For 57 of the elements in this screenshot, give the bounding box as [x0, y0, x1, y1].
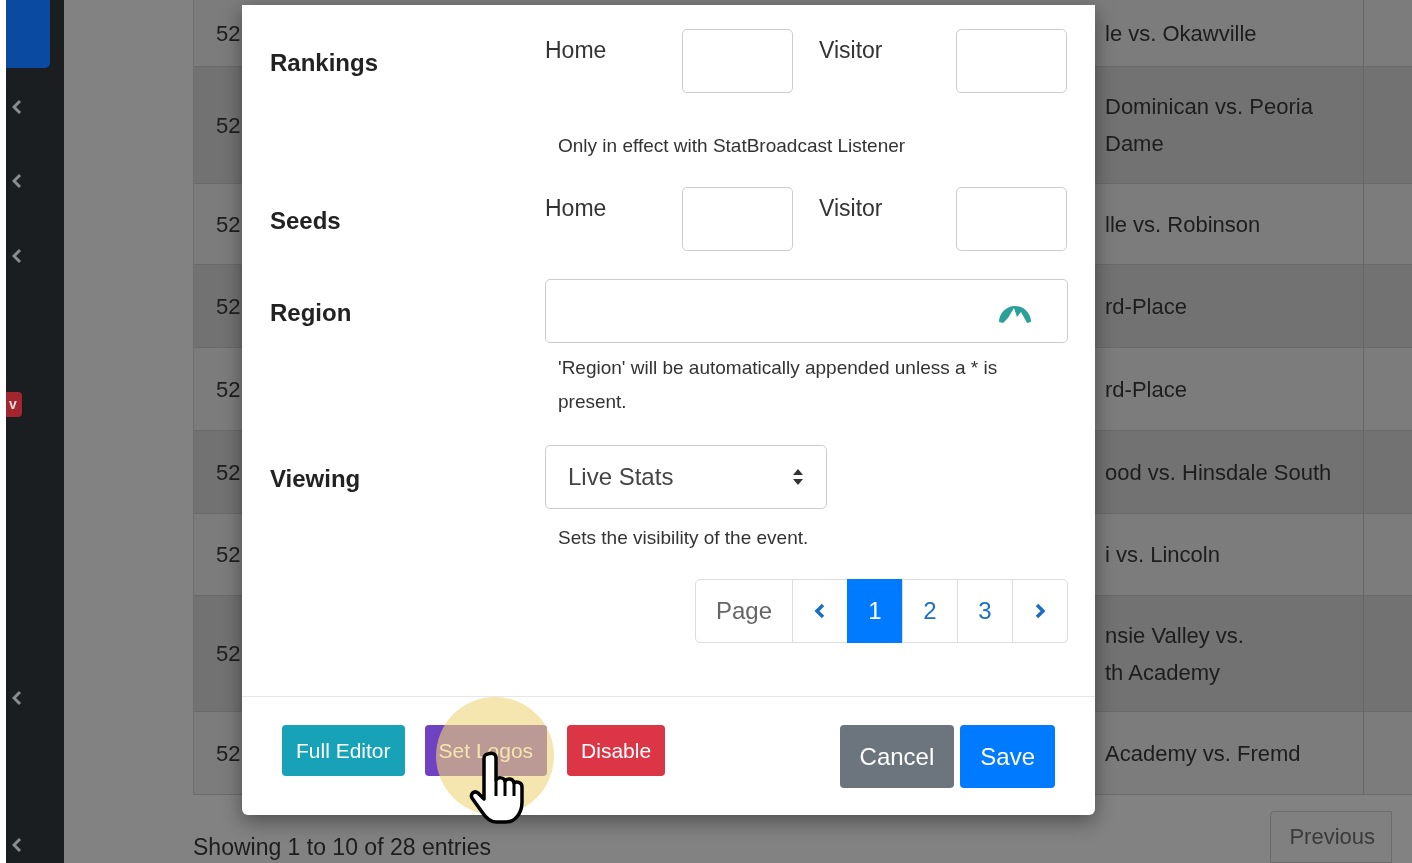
- chevron-left-icon[interactable]: [12, 173, 22, 189]
- help-text: Only in effect with StatBroadcast Listener: [558, 134, 907, 158]
- action-button[interactable]: Full Editor: [282, 725, 405, 776]
- field-label: Region: [270, 298, 353, 327]
- table-cell-text: rd-Place: [1105, 375, 1187, 404]
- table-cell-text: lle vs. Robinson: [1105, 210, 1261, 239]
- table-cell-text: 52: [216, 640, 241, 668]
- action-button[interactable]: Save: [960, 725, 1055, 788]
- entries-info: Showing 1 to 10 of 28 entries: [193, 834, 491, 861]
- chevron-left-icon[interactable]: [12, 99, 22, 115]
- table-cell-text: nsie Valley vs. th Academy: [1105, 621, 1244, 687]
- chevron-left-icon[interactable]: [12, 690, 22, 706]
- field-label: Rankings: [270, 48, 380, 77]
- field-label: Viewing: [270, 464, 362, 493]
- table-cell-text: Academy vs. Fremd: [1105, 739, 1301, 768]
- next-page-button[interactable]: [1012, 579, 1068, 643]
- table-cell-text: Dominican vs. Peoria Dame: [1105, 93, 1313, 158]
- input-field[interactable]: [682, 29, 793, 93]
- help-text: 'Region' will be automatically appended unless a * is present.: [558, 356, 999, 414]
- chevron-left-icon[interactable]: [12, 837, 22, 853]
- page-button[interactable]: 1: [847, 579, 903, 643]
- sort-caret-icon: [792, 468, 804, 486]
- table-cell-text: 52: [216, 19, 241, 48]
- chevron-left-icon: [814, 602, 826, 620]
- table-cell-text: 52: [216, 739, 241, 768]
- action-button[interactable]: Cancel: [839, 725, 955, 788]
- chevron-right-icon: [1034, 602, 1046, 620]
- table-cell-text: 52: [216, 375, 241, 404]
- viewing-select[interactable]: Live Stats: [545, 445, 827, 509]
- page-button[interactable]: 3: [957, 579, 1013, 643]
- input-field[interactable]: [956, 29, 1067, 93]
- page-button[interactable]: 2: [902, 579, 958, 643]
- previous-page-button[interactable]: [792, 579, 848, 643]
- input-field[interactable]: [682, 187, 793, 251]
- chevron-left-icon[interactable]: [12, 248, 22, 264]
- field-label: Visitor: [819, 36, 884, 64]
- table-cell-text: 52: [216, 111, 241, 140]
- field-label: Seeds: [270, 206, 342, 235]
- table-cell-text: i vs. Lincoln: [1105, 541, 1220, 569]
- field-label: Visitor: [819, 194, 884, 222]
- sidebar-active-item[interactable]: [6, 0, 50, 68]
- action-button[interactable]: Disable: [567, 725, 666, 776]
- table-cell-text: 52: [216, 210, 241, 239]
- field-label: Home: [545, 36, 608, 64]
- page-label: Page: [695, 579, 793, 643]
- previous-button[interactable]: Previous: [1270, 811, 1392, 863]
- table-cell-text: le vs. Okawville: [1105, 19, 1257, 48]
- field-label: Home: [545, 194, 608, 222]
- table-cell-text: 52: [216, 292, 241, 321]
- sidebar-badge: v: [6, 392, 22, 417]
- table-cell-text: rd-Place: [1105, 292, 1187, 321]
- input-field[interactable]: [545, 279, 1068, 343]
- table-cell-text: ood vs. Hinsdale South: [1105, 458, 1332, 487]
- table-cell-text: 52: [216, 458, 241, 487]
- table-cell-text: 52: [216, 541, 241, 569]
- help-text: Sets the visibility of the event.: [558, 526, 810, 550]
- input-field[interactable]: [956, 187, 1067, 251]
